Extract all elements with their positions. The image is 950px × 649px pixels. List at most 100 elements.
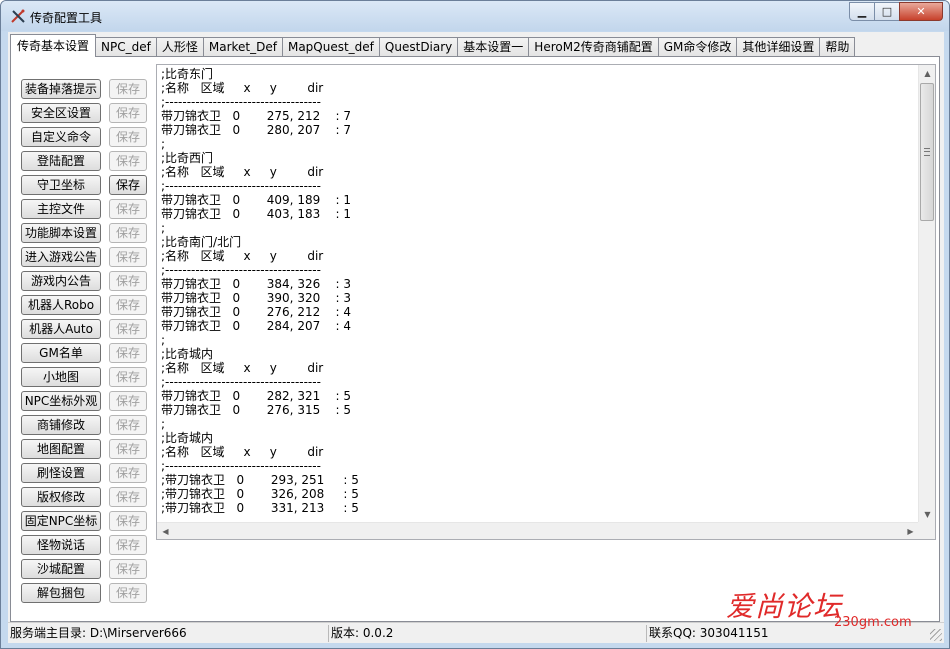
save-button: 保存 bbox=[109, 247, 147, 267]
editor-line: 带刀锦衣卫 0 282, 321 : 5 bbox=[161, 389, 351, 403]
config-button[interactable]: 守卫坐标 bbox=[21, 175, 101, 195]
button-row: 固定NPC坐标 保存 bbox=[21, 509, 149, 533]
button-row: 怪物说话 保存 bbox=[21, 533, 149, 557]
config-button[interactable]: 地图配置 bbox=[21, 439, 101, 459]
config-button[interactable]: GM名单 bbox=[21, 343, 101, 363]
tab-9[interactable]: 其他详细设置 bbox=[736, 37, 821, 57]
resize-grip-icon[interactable] bbox=[930, 629, 942, 641]
save-button: 保存 bbox=[109, 271, 147, 291]
editor-line: ;带刀锦衣卫 0 293, 251 : 5 bbox=[161, 473, 359, 487]
scroll-right-arrow-icon[interactable]: ▶ bbox=[902, 523, 919, 539]
save-button: 保存 bbox=[109, 199, 147, 219]
button-row: 主控文件 保存 bbox=[21, 197, 149, 221]
config-button[interactable]: 版权修改 bbox=[21, 487, 101, 507]
config-button[interactable]: 固定NPC坐标 bbox=[21, 511, 101, 531]
scroll-down-arrow-icon[interactable]: ▼ bbox=[919, 506, 935, 523]
tab-0[interactable]: 传奇基本设置 bbox=[10, 34, 97, 57]
tab-6[interactable]: 基本设置一 bbox=[457, 37, 530, 57]
editor-line: 带刀锦衣卫 0 276, 212 : 4 bbox=[161, 305, 351, 319]
scroll-up-arrow-icon[interactable]: ▲ bbox=[919, 65, 935, 82]
save-button: 保存 bbox=[109, 103, 147, 123]
editor-line: 带刀锦衣卫 0 276, 315 : 5 bbox=[161, 403, 351, 417]
tab-3[interactable]: Market_Def bbox=[202, 37, 283, 57]
button-row: 守卫坐标 保存 bbox=[21, 173, 149, 197]
watermark-logo: 爱尚论坛 230gm.com bbox=[726, 593, 912, 631]
editor-line: ;比奇城内 bbox=[161, 347, 214, 361]
save-button: 保存 bbox=[109, 535, 147, 555]
editor-line: ;比奇东门 bbox=[161, 67, 214, 81]
editor-line: 带刀锦衣卫 0 280, 207 : 7 bbox=[161, 123, 351, 137]
editor-line: 带刀锦衣卫 0 403, 183 : 1 bbox=[161, 207, 351, 221]
editor-line: ;名称 区域 x y dir bbox=[161, 81, 324, 95]
save-button: 保存 bbox=[109, 415, 147, 435]
scroll-left-arrow-icon[interactable]: ◀ bbox=[157, 523, 174, 539]
button-row: 沙城配置 保存 bbox=[21, 557, 149, 581]
config-button[interactable]: 解包捆包 bbox=[21, 583, 101, 603]
scroll-thumb[interactable] bbox=[920, 83, 934, 221]
horizontal-scrollbar[interactable]: ◀ ▶ bbox=[157, 522, 919, 539]
title-bar[interactable]: 传奇配置工具 ▁ □ ✕ bbox=[1, 1, 949, 31]
close-button[interactable]: ✕ bbox=[899, 2, 943, 21]
editor-line: ;------------------------------------ bbox=[161, 263, 321, 277]
config-button[interactable]: 游戏内公告 bbox=[21, 271, 101, 291]
config-button[interactable]: 进入游戏公告 bbox=[21, 247, 101, 267]
button-row: 游戏内公告 保存 bbox=[21, 269, 149, 293]
save-button: 保存 bbox=[109, 295, 147, 315]
tab-strip: 传奇基本设置 NPC_def 人形怪 Market_Def MapQuest_def Qu… bbox=[10, 34, 856, 57]
tab-1[interactable]: NPC_def bbox=[95, 37, 157, 57]
tab-4[interactable]: MapQuest_def bbox=[281, 37, 380, 57]
editor-line: ;比奇西门 bbox=[161, 151, 214, 165]
minimize-button[interactable]: ▁ bbox=[849, 2, 875, 21]
editor-line: ; bbox=[161, 333, 166, 347]
window-title: 传奇配置工具 bbox=[30, 11, 103, 25]
button-row: 商铺修改 保存 bbox=[21, 413, 149, 437]
config-button[interactable]: NPC坐标外观 bbox=[21, 391, 101, 411]
config-button[interactable]: 怪物说话 bbox=[21, 535, 101, 555]
status-version: 版本: 0.0.2 bbox=[328, 625, 646, 642]
tab-2[interactable]: 人形怪 bbox=[155, 37, 204, 57]
config-button[interactable]: 沙城配置 bbox=[21, 559, 101, 579]
button-row: 地图配置 保存 bbox=[21, 437, 149, 461]
config-button[interactable]: 装备掉落提示 bbox=[21, 79, 101, 99]
editor-line: ;名称 区域 x y dir bbox=[161, 445, 324, 459]
config-button[interactable]: 主控文件 bbox=[21, 199, 101, 219]
config-button[interactable]: 安全区设置 bbox=[21, 103, 101, 123]
button-row: 功能脚本设置 保存 bbox=[21, 221, 149, 245]
editor-content[interactable]: ;比奇东门 ;名称 区域 x y dir ;--------------------… bbox=[161, 67, 913, 519]
watermark-url: 230gm.com bbox=[834, 615, 912, 630]
tab-7[interactable]: HeroM2传奇商铺配置 bbox=[528, 37, 659, 57]
editor-line: ;------------------------------------ bbox=[161, 459, 321, 473]
config-button[interactable]: 登陆配置 bbox=[21, 151, 101, 171]
config-button[interactable]: 功能脚本设置 bbox=[21, 223, 101, 243]
editor-line: ;------------------------------------ bbox=[161, 179, 321, 193]
save-button: 保存 bbox=[109, 367, 147, 387]
save-button: 保存 bbox=[109, 583, 147, 603]
config-button[interactable]: 商铺修改 bbox=[21, 415, 101, 435]
editor-line: ; bbox=[161, 417, 166, 431]
vertical-scrollbar[interactable]: ▲ ▼ bbox=[918, 65, 935, 523]
tab-8[interactable]: GM命令修改 bbox=[657, 37, 738, 57]
button-row: 装备掉落提示 保存 bbox=[21, 77, 149, 101]
tab-10[interactable]: 帮助 bbox=[819, 37, 856, 57]
editor-line: 带刀锦衣卫 0 275, 212 : 7 bbox=[161, 109, 351, 123]
config-button[interactable]: 机器人Robo bbox=[21, 295, 101, 315]
save-button: 保存 bbox=[109, 127, 147, 147]
save-button: 保存 bbox=[109, 391, 147, 411]
editor-line: ;------------------------------------ bbox=[161, 95, 321, 109]
button-row: 进入游戏公告 保存 bbox=[21, 245, 149, 269]
config-button[interactable]: 小地图 bbox=[21, 367, 101, 387]
config-button[interactable]: 机器人Auto bbox=[21, 319, 101, 339]
config-button[interactable]: 刷怪设置 bbox=[21, 463, 101, 483]
button-row: 小地图 保存 bbox=[21, 365, 149, 389]
editor-line: 带刀锦衣卫 0 409, 189 : 1 bbox=[161, 193, 351, 207]
maximize-button[interactable]: □ bbox=[874, 2, 900, 21]
config-button[interactable]: 自定义命令 bbox=[21, 127, 101, 147]
save-button[interactable]: 保存 bbox=[109, 175, 147, 195]
save-button: 保存 bbox=[109, 319, 147, 339]
save-button: 保存 bbox=[109, 487, 147, 507]
tab-5[interactable]: QuestDiary bbox=[378, 37, 459, 57]
button-row: GM名单 保存 bbox=[21, 341, 149, 365]
editor-line: ;带刀锦衣卫 0 326, 208 : 5 bbox=[161, 487, 359, 501]
config-text-editor[interactable]: ;比奇东门 ;名称 区域 x y dir ;--------------------… bbox=[156, 64, 936, 540]
grip-icon bbox=[924, 148, 930, 156]
